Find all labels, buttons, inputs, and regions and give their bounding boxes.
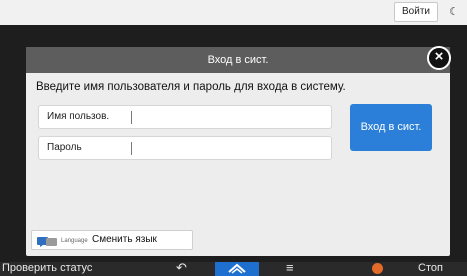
stop-button[interactable]: Стоп bbox=[418, 260, 443, 276]
login-dialog: Вход в сист. Введите имя пользователя и … bbox=[26, 47, 450, 256]
instruction-text: Введите имя пользователя и пароль для вх… bbox=[36, 81, 346, 93]
field-separator bbox=[131, 142, 132, 155]
back-icon[interactable]: ↶ bbox=[176, 261, 187, 275]
login-screen: Войти ☾ Вход в сист. Введите имя пользов… bbox=[0, 0, 467, 276]
menu-icon[interactable]: ≡ bbox=[286, 260, 294, 276]
close-icon[interactable]: × bbox=[427, 46, 451, 70]
language-icon bbox=[37, 237, 57, 247]
password-field[interactable]: Пароль bbox=[38, 136, 332, 160]
change-language-label: Сменить язык bbox=[92, 234, 157, 245]
username-field[interactable]: Имя пользов. bbox=[38, 105, 332, 129]
change-language-button[interactable]: Language Сменить язык bbox=[31, 230, 193, 250]
language-caption: Language bbox=[61, 238, 88, 244]
home-icon bbox=[228, 263, 246, 274]
field-separator bbox=[131, 111, 132, 124]
moon-icon[interactable]: ☾ bbox=[444, 2, 464, 22]
bottom-bar: Проверить статус ↶ ≡ Стоп bbox=[0, 260, 467, 276]
dialog-title: Вход в сист. bbox=[26, 47, 450, 73]
login-button[interactable]: Войти bbox=[394, 2, 438, 22]
home-button[interactable] bbox=[215, 262, 259, 276]
top-bar: Войти ☾ bbox=[0, 0, 467, 25]
stop-icon bbox=[372, 263, 383, 274]
check-status-button[interactable]: Проверить статус bbox=[2, 260, 92, 276]
password-label: Пароль bbox=[47, 142, 82, 153]
username-label: Имя пользов. bbox=[47, 111, 110, 122]
login-submit-button[interactable]: Вход в сист. bbox=[350, 104, 432, 151]
